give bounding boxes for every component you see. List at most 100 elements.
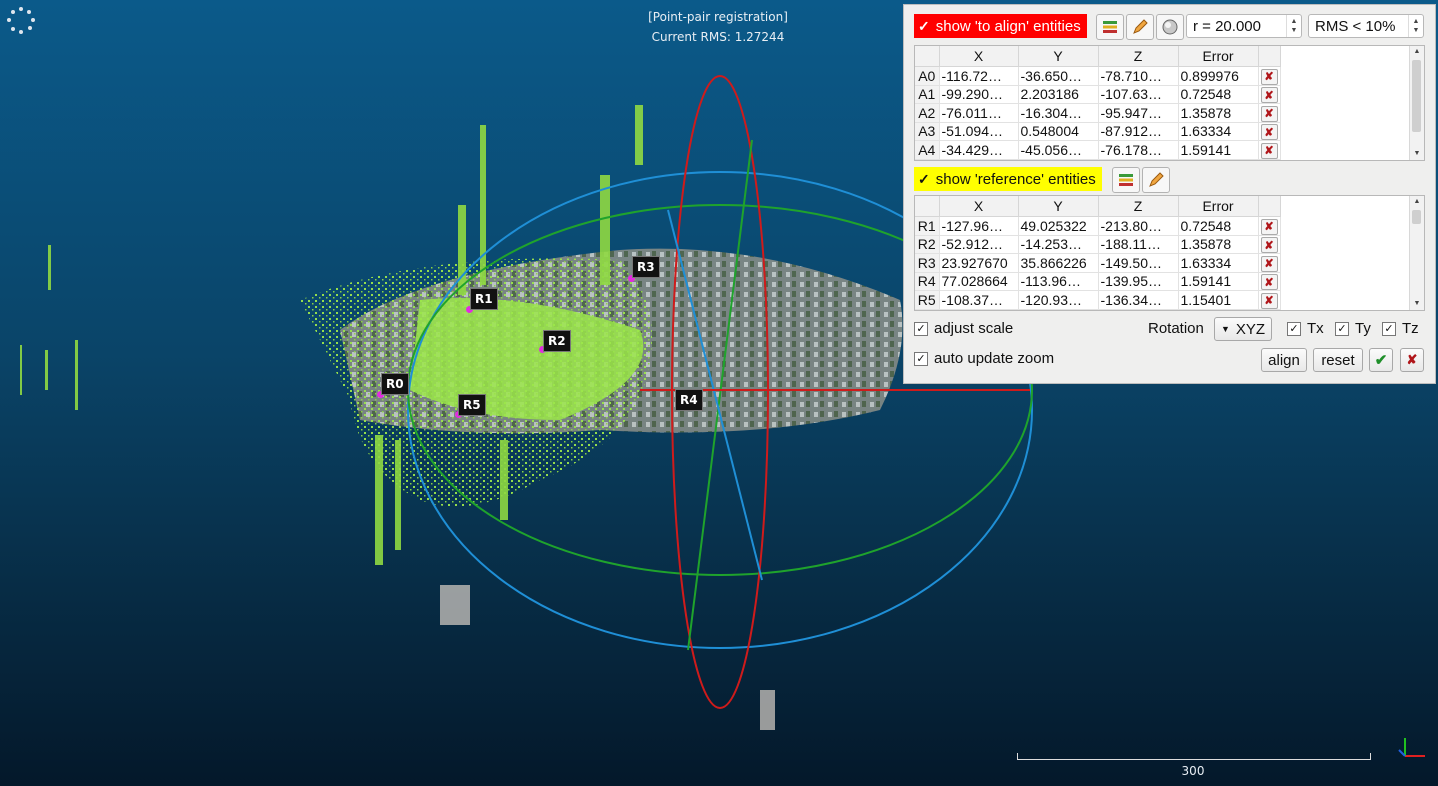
ty-checkbox[interactable]: ✓ Ty xyxy=(1335,320,1371,337)
cell-x[interactable]: 77.028664 xyxy=(939,272,1019,291)
col-header-y[interactable]: Y xyxy=(1018,196,1099,217)
show-to-align-checkbox[interactable]: ✓ show 'to align' entities xyxy=(914,14,1087,38)
cell-y[interactable]: 35.866226 xyxy=(1018,253,1099,273)
scroll-up-icon[interactable]: ▲ xyxy=(1410,46,1424,58)
col-header-z[interactable]: Z xyxy=(1098,46,1179,67)
cell-error[interactable]: 1.59141 xyxy=(1178,272,1259,291)
checkbox-checked-icon[interactable]: ✓ xyxy=(1287,321,1301,336)
cell-z[interactable]: -78.710… xyxy=(1098,66,1179,86)
scroll-down-icon[interactable]: ▼ xyxy=(1410,148,1424,160)
label-r1[interactable]: R1 xyxy=(470,288,498,310)
stack-layers-button[interactable] xyxy=(1096,14,1124,40)
tz-checkbox[interactable]: ✓ Tz xyxy=(1382,320,1419,337)
col-header-x[interactable]: X xyxy=(939,46,1019,67)
label-r0[interactable]: R0 xyxy=(381,373,409,395)
delete-row-icon[interactable]: ✘ xyxy=(1260,292,1278,309)
table-row[interactable]: R5 -108.37… -120.93… -136.34… 1.15401 ✘ xyxy=(915,290,1281,310)
spin-arrows-icon[interactable]: ▲ ▼ xyxy=(1408,15,1423,37)
cell-z[interactable]: -188.11… xyxy=(1098,235,1179,254)
rms-filter-spinbox[interactable]: RMS < 10% ▲ ▼ xyxy=(1308,14,1424,38)
cell-y[interactable]: -120.93… xyxy=(1018,290,1099,310)
table-row[interactable]: R4 77.028664 -113.96… -139.95… 1.59141 ✘ xyxy=(915,272,1281,291)
cell-y[interactable]: -36.650… xyxy=(1018,66,1099,86)
cell-error[interactable]: 1.63334 xyxy=(1178,253,1259,273)
row-id[interactable]: A3 xyxy=(915,122,940,141)
cell-z[interactable]: -87.912… xyxy=(1098,122,1179,141)
table-row[interactable]: R1 -127.96… 49.025322 -213.80… 0.72548 ✘ xyxy=(915,216,1281,236)
col-header-y[interactable]: Y xyxy=(1018,46,1099,67)
table-row[interactable]: R3 23.927670 35.866226 -149.50… 1.63334 ✘ xyxy=(915,253,1281,273)
reference-table-scrollbar[interactable]: ▲ ▼ xyxy=(1409,196,1424,310)
sphere-button[interactable] xyxy=(1156,14,1184,40)
col-header-error[interactable]: Error xyxy=(1178,196,1259,217)
cell-y[interactable]: -14.253… xyxy=(1018,235,1099,254)
spin-arrows-icon[interactable]: ▲ ▼ xyxy=(1286,15,1301,37)
table-row[interactable]: A3 -51.094… 0.548004 -87.912… 1.63334 ✘ xyxy=(915,122,1281,141)
table-row[interactable]: R2 -52.912… -14.253… -188.11… 1.35878 ✘ xyxy=(915,235,1281,254)
ref-stack-layers-button[interactable] xyxy=(1112,167,1140,193)
row-id[interactable]: R4 xyxy=(915,272,940,291)
table-row[interactable]: A2 -76.011… -16.304… -95.947… 1.35878 ✘ xyxy=(915,103,1281,123)
row-id[interactable]: A1 xyxy=(915,85,940,104)
cell-z[interactable]: -213.80… xyxy=(1098,216,1179,236)
cell-z[interactable]: -107.63… xyxy=(1098,85,1179,104)
table-row[interactable]: A4 -34.429… -45.056… -76.178… 1.59141 ✘ xyxy=(915,140,1281,160)
to-align-table[interactable]: X Y Z Error A0 -116.72… -36.650… -78.710… 0.… xyxy=(914,45,1425,161)
row-id[interactable]: R2 xyxy=(915,235,940,254)
delete-row-icon[interactable]: ✘ xyxy=(1260,105,1278,122)
checkbox-checked-icon[interactable]: ✓ xyxy=(1335,321,1349,336)
checkbox-checked-icon[interactable]: ✓ xyxy=(914,351,928,366)
auto-update-zoom-checkbox[interactable]: ✓ auto update zoom xyxy=(914,350,1054,367)
col-header-z[interactable]: Z xyxy=(1098,196,1179,217)
cell-error[interactable]: 1.63334 xyxy=(1178,122,1259,141)
delete-row-icon[interactable]: ✘ xyxy=(1260,142,1278,159)
reset-button[interactable]: reset xyxy=(1313,348,1363,372)
cell-x[interactable]: -51.094… xyxy=(939,122,1019,141)
cell-y[interactable]: 49.025322 xyxy=(1018,216,1099,236)
label-r2[interactable]: R2 xyxy=(543,330,571,352)
delete-row-icon[interactable]: ✘ xyxy=(1260,255,1278,272)
row-id[interactable]: R1 xyxy=(915,216,940,236)
validate-button[interactable]: ✔ xyxy=(1369,348,1393,372)
show-reference-checkbox[interactable]: ✓ show 'reference' entities xyxy=(914,167,1102,191)
cell-x[interactable]: 23.927670 xyxy=(939,253,1019,273)
label-r4[interactable]: R4 xyxy=(675,389,703,411)
row-id[interactable]: R5 xyxy=(915,290,940,310)
col-header-error[interactable]: Error xyxy=(1178,46,1259,67)
row-id[interactable]: A4 xyxy=(915,140,940,160)
scroll-thumb[interactable] xyxy=(1412,210,1421,224)
align-table-scrollbar[interactable]: ▲ ▼ xyxy=(1409,46,1424,160)
cell-x[interactable]: -99.290… xyxy=(939,85,1019,104)
label-r3[interactable]: R3 xyxy=(632,256,660,278)
align-button[interactable]: align xyxy=(1261,348,1307,372)
cell-z[interactable]: -139.95… xyxy=(1098,272,1179,291)
cell-y[interactable]: 2.203186 xyxy=(1018,85,1099,104)
cell-x[interactable]: -34.429… xyxy=(939,140,1019,160)
cell-error[interactable]: 0.899976 xyxy=(1178,66,1259,86)
checkbox-checked-icon[interactable]: ✓ xyxy=(914,321,928,336)
scroll-thumb[interactable] xyxy=(1412,60,1421,132)
edit-pencil-button[interactable] xyxy=(1126,14,1154,40)
row-id[interactable]: A0 xyxy=(915,66,940,86)
cell-error[interactable]: 1.59141 xyxy=(1178,140,1259,160)
row-id[interactable]: A2 xyxy=(915,103,940,123)
delete-row-icon[interactable]: ✘ xyxy=(1260,218,1278,235)
label-r5[interactable]: R5 xyxy=(458,394,486,416)
cell-error[interactable]: 0.72548 xyxy=(1178,85,1259,104)
cancel-button[interactable]: ✘ xyxy=(1400,348,1424,372)
delete-row-icon[interactable]: ✘ xyxy=(1260,124,1278,140)
ref-edit-pencil-button[interactable] xyxy=(1142,167,1170,193)
cell-y[interactable]: -113.96… xyxy=(1018,272,1099,291)
cell-z[interactable]: -76.178… xyxy=(1098,140,1179,160)
scroll-up-icon[interactable]: ▲ xyxy=(1410,196,1424,208)
rotation-select[interactable]: ▼ XYZ xyxy=(1214,317,1272,341)
col-header-x[interactable]: X xyxy=(939,196,1019,217)
cell-y[interactable]: -45.056… xyxy=(1018,140,1099,160)
cell-error[interactable]: 0.72548 xyxy=(1178,216,1259,236)
adjust-scale-checkbox[interactable]: ✓ adjust scale xyxy=(914,320,1013,337)
cell-x[interactable]: -108.37… xyxy=(939,290,1019,310)
cell-x[interactable]: -127.96… xyxy=(939,216,1019,236)
cell-y[interactable]: 0.548004 xyxy=(1018,122,1099,141)
scroll-down-icon[interactable]: ▼ xyxy=(1410,298,1424,310)
delete-row-icon[interactable]: ✘ xyxy=(1260,274,1278,290)
